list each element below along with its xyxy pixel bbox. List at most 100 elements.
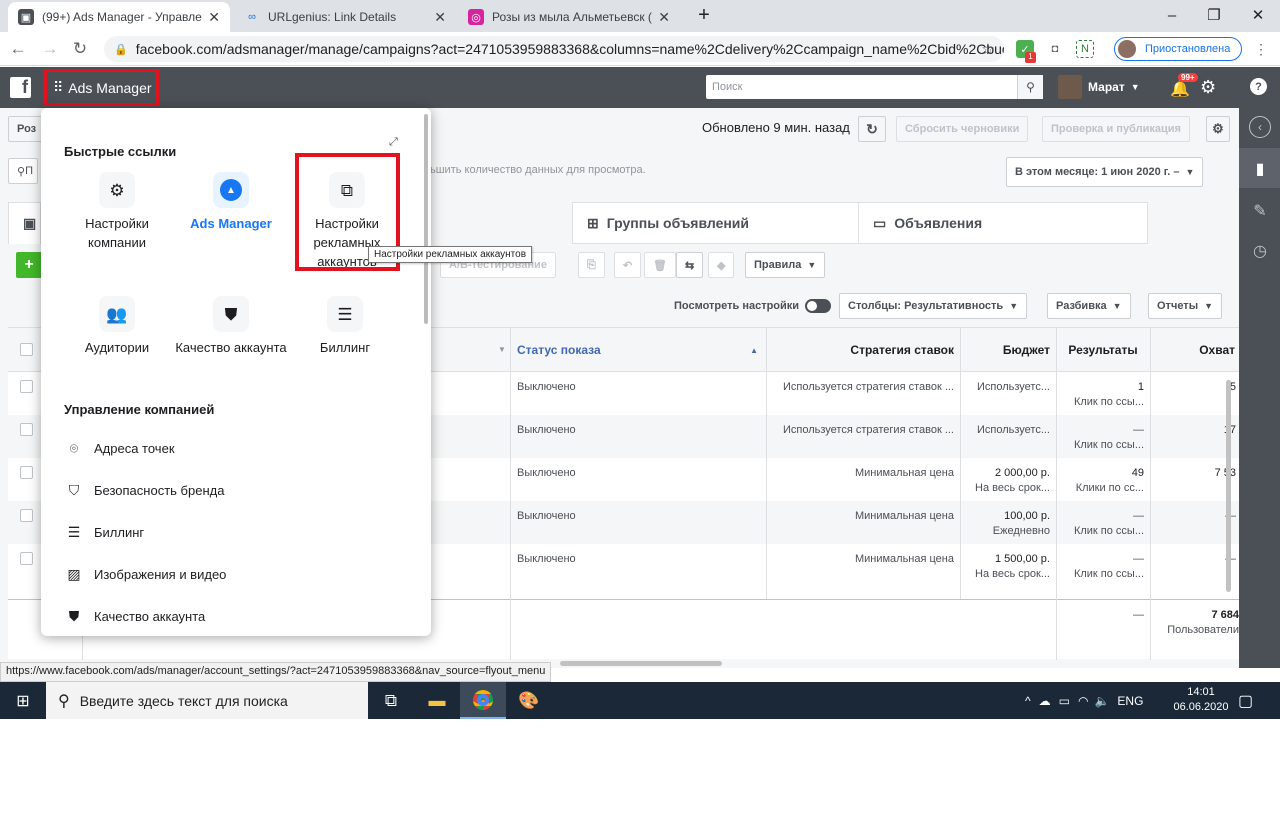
camera-extension-icon[interactable]: ◘	[1046, 40, 1064, 58]
menu-item-account-quality[interactable]: ⛊ Качество аккаунта	[65, 605, 206, 627]
row-checkbox[interactable]	[20, 509, 33, 522]
close-tab-icon[interactable]: ✕	[434, 9, 446, 26]
language-indicator[interactable]: ENG	[1117, 694, 1143, 708]
windows-start-icon[interactable]: ⊞	[0, 682, 46, 719]
settings-gear-icon[interactable]: ⚙	[1200, 77, 1216, 98]
results-column-header[interactable]: Результаты	[1056, 328, 1150, 372]
forward-arrow-icon[interactable]: →	[40, 39, 60, 59]
delivery-column-header[interactable]: Статус показа ▲	[510, 328, 766, 372]
fb-search-input[interactable]: Поиск ⚲	[706, 75, 1043, 99]
row-checkbox[interactable]	[20, 380, 33, 393]
pencil-icon[interactable]: ✎	[1249, 200, 1271, 222]
search-icon[interactable]: ⚲	[1017, 75, 1043, 99]
create-button[interactable]: +	[16, 252, 42, 278]
close-window-icon[interactable]: ✕	[1238, 0, 1278, 30]
row-checkbox[interactable]	[20, 466, 33, 479]
browser-tab-instagram[interactable]: ◎ Розы из мыла Альметьевск (@а ✕	[458, 2, 680, 32]
date-range-picker[interactable]: В этом месяце: 1 июн 2020 г. – ▼	[1006, 157, 1204, 187]
chart-icon[interactable]: ▮	[1249, 158, 1271, 180]
bid-cell: Используется стратегия ставок ...	[782, 381, 954, 393]
close-tab-icon[interactable]: ✕	[208, 9, 220, 26]
undo-icon[interactable]: ↶	[614, 252, 642, 278]
table-scrollbar[interactable]	[1226, 380, 1231, 592]
notion-extension-icon[interactable]: N	[1076, 40, 1094, 58]
clock-icon[interactable]: ◷	[1249, 240, 1271, 262]
menu-item-brand-safety[interactable]: ⛉ Безопасность бренда	[65, 479, 225, 501]
menu-item-billing[interactable]: ☰ Биллинг	[65, 521, 144, 543]
maximize-icon[interactable]: ❐	[1194, 0, 1234, 30]
action-center-icon[interactable]: ▢	[1238, 691, 1253, 711]
menu-item-label: Безопасность бренда	[94, 482, 225, 498]
view-settings-toggle[interactable]: Посмотреть настройки	[674, 299, 832, 313]
paint-icon[interactable]: 🎨	[506, 682, 552, 719]
address-bar[interactable]: 🔒 facebook.com/adsmanager/manage/campaig…	[104, 36, 1004, 62]
reset-drafts-button[interactable]: Сбросить черновики	[896, 116, 1029, 142]
browser-menu-icon[interactable]: ⋮	[1252, 40, 1270, 58]
notifications-bell-icon[interactable]: 🔔 99+	[1170, 73, 1198, 99]
row-checkbox[interactable]	[20, 423, 33, 436]
profile-button[interactable]: Приостановлена	[1114, 37, 1242, 61]
url-text: facebook.com/adsmanager/manage/campaigns…	[135, 41, 1004, 57]
reload-icon[interactable]: ↻	[70, 39, 90, 59]
reach-column-header[interactable]: Охват	[1150, 328, 1239, 372]
quick-link-account-quality[interactable]: ⛊ Качество аккаунта	[173, 296, 289, 357]
tab-label: Группы объявлений	[606, 215, 750, 231]
trash-icon[interactable]: 🗑	[644, 252, 676, 278]
quick-link-business-settings[interactable]: ⚙ Настройки компании	[59, 172, 175, 252]
menu-item-media[interactable]: ▨ Изображения и видео	[65, 563, 226, 585]
export-icon[interactable]: ⇆	[676, 252, 704, 278]
columns-dropdown[interactable]: Столбцы: Результативность ▼	[839, 293, 1028, 319]
back-arrow-icon[interactable]: ←	[8, 39, 28, 59]
reports-dropdown[interactable]: Отчеты ▼	[1148, 293, 1223, 319]
quick-link-billing[interactable]: ☰ Биллинг	[287, 296, 403, 357]
wifi-icon[interactable]: ◠	[1078, 694, 1088, 708]
duplicate-icon[interactable]: ⎘	[578, 252, 605, 278]
extension-badge: 1	[1025, 52, 1036, 63]
results-type-cell: Клик по ссы...	[1073, 396, 1144, 408]
new-tab-button[interactable]: +	[684, 0, 724, 30]
tab-adsets[interactable]: ⊞ Группы объявлений	[572, 202, 862, 244]
minimize-icon[interactable]: –	[1152, 0, 1192, 30]
row-checkbox[interactable]	[20, 552, 33, 565]
menu-item-locations[interactable]: ⌾ Адреса точек	[65, 437, 175, 459]
bid-column-header[interactable]: Стратегия ставок	[766, 328, 960, 372]
taskbar-search-input[interactable]: ⚲ Введите здесь текст для поиска	[46, 682, 368, 719]
avatar	[1058, 75, 1082, 99]
review-publish-button[interactable]: Проверка и публикация	[1042, 116, 1190, 142]
horizontal-scrollbar[interactable]	[560, 661, 722, 666]
ads-manager-menu-button[interactable]: ⠿ Ads Manager	[44, 69, 159, 106]
cloud-icon[interactable]: ☁	[1039, 694, 1051, 708]
collapse-arrow-icon[interactable]: ‹	[1249, 116, 1271, 138]
facebook-logo-icon[interactable]: f	[10, 77, 31, 98]
bookmark-star-icon[interactable]: ☆	[979, 40, 997, 58]
account-selector-button[interactable]: Роз	[8, 116, 46, 142]
close-tab-icon[interactable]: ✕	[658, 9, 670, 26]
select-all-checkbox[interactable]	[20, 343, 33, 356]
tab-ads[interactable]: ▭ Объявления	[858, 202, 1148, 244]
quick-link-ads-manager[interactable]: ▲ Ads Manager	[173, 172, 289, 233]
budget-column-header[interactable]: Бюджет	[960, 328, 1056, 372]
menu-scrollbar[interactable]	[424, 114, 428, 324]
chevron-up-icon[interactable]: ^	[1025, 694, 1031, 708]
toggle-switch[interactable]	[805, 299, 832, 313]
task-view-icon[interactable]: ⧉	[368, 682, 414, 719]
breakdown-dropdown[interactable]: Разбивка ▼	[1047, 293, 1131, 319]
search-filter-input[interactable]: ⚲ П	[8, 158, 38, 184]
quick-link-audiences[interactable]: 👥 Аудитории	[59, 296, 175, 357]
user-menu[interactable]: Марат ▼	[1058, 75, 1140, 99]
refresh-icon[interactable]: ↻	[858, 116, 886, 142]
tag-icon[interactable]: ◆	[708, 252, 735, 278]
chrome-icon[interactable]	[460, 682, 506, 719]
volume-icon[interactable]: 🔈	[1094, 694, 1109, 708]
help-icon[interactable]: ?	[1250, 78, 1267, 95]
battery-icon[interactable]: ▭	[1059, 694, 1070, 708]
tab-campaigns[interactable]: ▣	[8, 202, 41, 244]
image-icon: ▨	[67, 565, 81, 582]
browser-tab-ads-manager[interactable]: ▣ (99+) Ads Manager - Управлени ✕	[8, 2, 230, 32]
taskbar-clock[interactable]: 14:01 06.06.2020	[1170, 685, 1232, 715]
file-explorer-icon[interactable]: ▬	[414, 682, 460, 719]
browser-tab-urlgenius[interactable]: ∞ URLgenius: Link Details ✕	[234, 2, 456, 32]
settings-gear-icon[interactable]: ⚙	[1206, 116, 1230, 142]
rules-dropdown[interactable]: Правила ▼	[745, 252, 826, 278]
expand-icon[interactable]: ⤢	[389, 136, 398, 149]
